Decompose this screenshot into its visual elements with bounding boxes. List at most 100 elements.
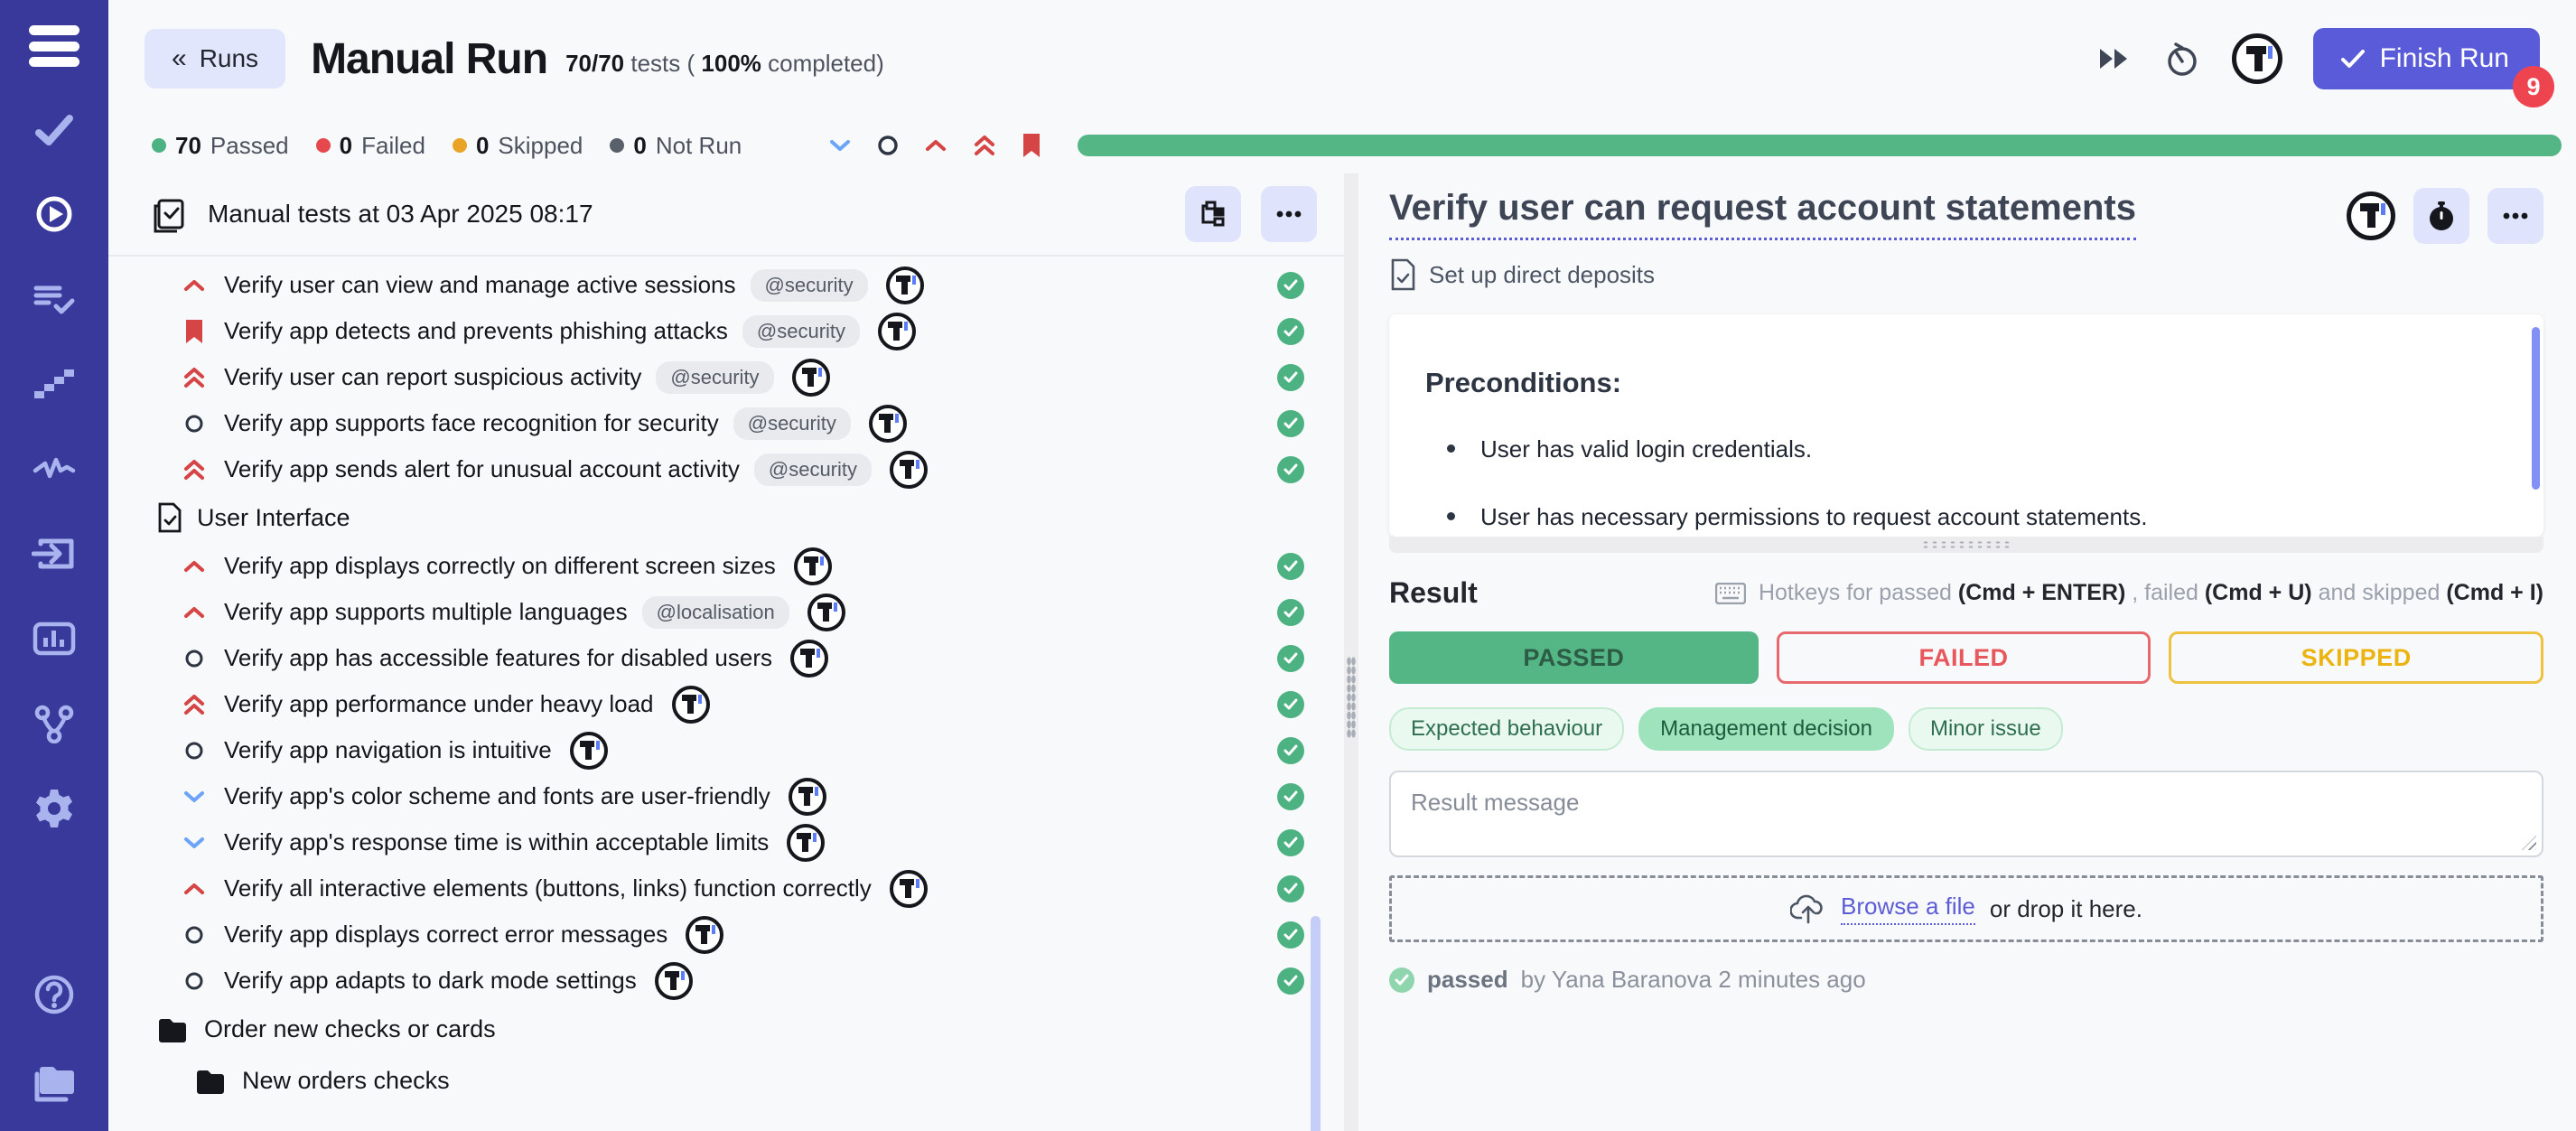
preconditions-scrollbar[interactable]: [2532, 327, 2540, 490]
status-passed-icon: [1277, 783, 1304, 810]
precondition-item: User has valid login credentials.: [1425, 435, 2507, 463]
suite-row[interactable]: User Interface: [108, 492, 1344, 543]
folder-row[interactable]: Order new checks or cards: [108, 1004, 1344, 1055]
test-list-panel: Manual tests at 03 Apr 2025 08:17 Verify…: [108, 173, 1344, 1131]
test-row-title: Verify app has accessible features for d…: [224, 644, 772, 672]
runs-icon[interactable]: [29, 193, 79, 235]
test-list-scrollbar[interactable]: [1311, 916, 1321, 1131]
result-tag-minor-issue[interactable]: Minor issue: [1909, 707, 2063, 751]
test-title[interactable]: Verify user can request account statemen…: [1389, 188, 2136, 240]
assignee-avatar: [686, 916, 723, 954]
double-chevron-up-icon[interactable]: [973, 133, 996, 158]
bookmark-icon[interactable]: [1022, 132, 1041, 159]
preconditions-card: Preconditions: User has valid login cred…: [1389, 314, 2543, 537]
help-icon[interactable]: [29, 974, 79, 1015]
preconditions-resize-handle[interactable]: [1389, 537, 2543, 553]
browse-file-link[interactable]: Browse a file: [1841, 893, 1975, 925]
defects-icon[interactable]: [29, 448, 79, 490]
textarea-resize-icon[interactable]: [2522, 836, 2536, 850]
app-root: « Runs Manual Run 70/70 tests ( 100% com…: [0, 0, 2576, 1131]
finish-run-label: Finish Run: [2380, 43, 2509, 74]
test-row[interactable]: Verify app performance under heavy load: [108, 681, 1344, 727]
test-row-title: Verify app performance under heavy load: [224, 690, 654, 718]
stopwatch-icon[interactable]: [2163, 40, 2201, 78]
priority-normal-icon: [181, 414, 208, 434]
back-to-runs-button[interactable]: « Runs: [145, 29, 285, 89]
status-passed-icon: [1277, 410, 1304, 437]
test-row[interactable]: Verify app navigation is intuitive: [108, 727, 1344, 773]
page-title: Manual Run: [311, 34, 547, 84]
skipped-button[interactable]: SKIPPED: [2169, 631, 2543, 684]
sidebar: [0, 0, 108, 1131]
stat-skipped: 0Skipped: [453, 132, 583, 160]
assignee-avatar: [790, 640, 828, 678]
chevron-down-icon[interactable]: [828, 137, 852, 154]
status-dot-icon: [152, 138, 166, 153]
status-passed-icon: [1277, 318, 1304, 345]
menu-icon[interactable]: [29, 25, 79, 67]
chevron-up-icon[interactable]: [924, 137, 947, 154]
test-plans-icon[interactable]: [29, 278, 79, 320]
test-row[interactable]: Verify user can report suspicious activi…: [108, 354, 1344, 400]
priority-high-icon: [181, 277, 208, 294]
user-avatar[interactable]: [2232, 33, 2282, 84]
detail-more-button[interactable]: [2487, 188, 2543, 244]
test-row[interactable]: Verify app has accessible features for d…: [108, 635, 1344, 681]
parent-suite-row[interactable]: Set up direct deposits: [1389, 258, 2543, 291]
projects-icon[interactable]: [29, 1062, 79, 1104]
status-passed-icon: [1277, 553, 1304, 580]
test-row[interactable]: Verify app adapts to dark mode settings: [108, 958, 1344, 1004]
circle-icon[interactable]: [877, 135, 899, 156]
test-row-title: Verify app displays correct error messag…: [224, 921, 667, 949]
panel-splitter[interactable]: [1344, 173, 1358, 1131]
result-title: Result: [1389, 576, 1478, 610]
fast-forward-icon[interactable]: [2096, 45, 2133, 72]
reports-icon[interactable]: [29, 618, 79, 659]
test-row[interactable]: Verify app supports multiple languages@l…: [108, 589, 1344, 635]
test-row[interactable]: Verify all interactive elements (buttons…: [108, 865, 1344, 911]
test-row-title: Verify app displays correctly on differe…: [224, 552, 776, 580]
status-passed-icon: [1277, 921, 1304, 949]
test-row[interactable]: Verify app detects and prevents phishing…: [108, 308, 1344, 354]
test-row[interactable]: Verify app's response time is within acc…: [108, 819, 1344, 865]
priority-high-icon: [181, 604, 208, 621]
finish-run-button[interactable]: Finish Run 9: [2313, 28, 2540, 89]
assignee-avatar: [886, 266, 924, 304]
configurations-icon[interactable]: [29, 703, 79, 744]
milestones-icon[interactable]: [29, 363, 79, 405]
result-tag-expected-behaviour[interactable]: Expected behaviour: [1389, 707, 1624, 751]
test-tag: @security: [733, 407, 851, 440]
file-dropzone[interactable]: Browse a file or drop it here.: [1389, 875, 2543, 942]
assignee-avatar: [807, 594, 845, 631]
hotkey-segment: Hotkeys for passed: [1759, 580, 1958, 605]
test-row[interactable]: Verify app displays correctly on differe…: [108, 543, 1344, 589]
list-more-button[interactable]: [1261, 186, 1317, 242]
preconditions-title: Preconditions:: [1425, 367, 2507, 399]
folder-row[interactable]: New orders checks: [108, 1055, 1344, 1107]
test-tag: @security: [742, 315, 860, 348]
test-row[interactable]: Verify app's color scheme and fonts are …: [108, 773, 1344, 819]
assignee-avatar: [878, 313, 916, 351]
test-row-title: Verify app's response time is within acc…: [224, 828, 769, 856]
priority-critical-icon: [181, 692, 208, 717]
timer-button[interactable]: [2413, 188, 2469, 244]
failed-button[interactable]: FAILED: [1777, 631, 2151, 684]
result-message-input[interactable]: Result message: [1389, 771, 2543, 857]
test-row[interactable]: Verify app supports face recognition for…: [108, 400, 1344, 446]
tests-icon[interactable]: [29, 108, 79, 150]
test-row[interactable]: Verify app sends alert for unusual accou…: [108, 446, 1344, 492]
status-passed-icon: [1277, 364, 1304, 391]
status-passed-icon: [1277, 272, 1304, 299]
parent-suite-label: Set up direct deposits: [1429, 261, 1655, 289]
clipboard-check-icon: [152, 195, 188, 233]
check-icon: [2340, 49, 2366, 69]
passed-button[interactable]: PASSED: [1389, 631, 1759, 684]
settings-icon[interactable]: [29, 788, 79, 829]
status-passed-icon: [1277, 691, 1304, 718]
test-row[interactable]: Verify app displays correct error messag…: [108, 911, 1344, 958]
group-by-tree-button[interactable]: [1185, 186, 1241, 242]
test-row[interactable]: Verify user can view and manage active s…: [108, 262, 1344, 308]
result-tag-management-decision[interactable]: Management decision: [1638, 707, 1894, 751]
requirements-icon[interactable]: [29, 533, 79, 575]
assignee-avatar[interactable]: [2347, 192, 2395, 240]
